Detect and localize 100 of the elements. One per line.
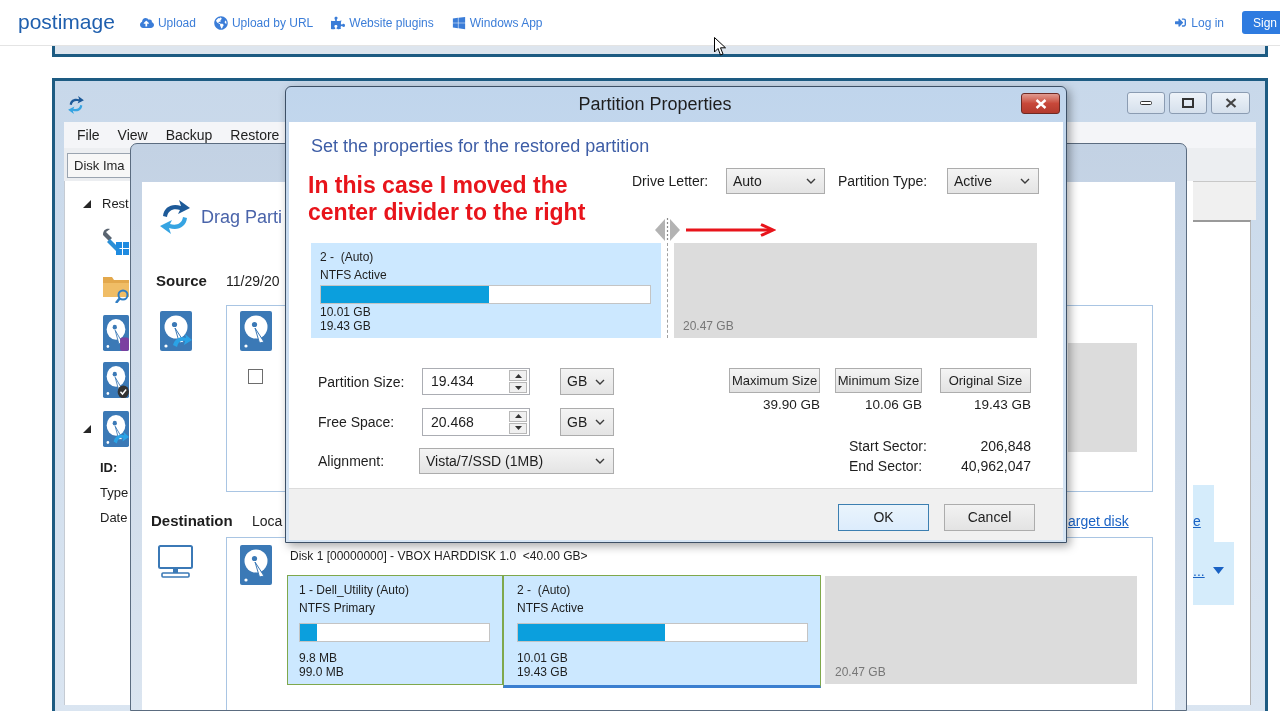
tools-icon: [103, 228, 129, 258]
menu-item[interactable]: View: [117, 124, 148, 146]
field-label: Partition Type:: [838, 173, 928, 189]
close-icon: [1034, 98, 1047, 109]
total-size: 99.0 MB: [299, 665, 344, 679]
triangle-up-icon: [514, 373, 522, 378]
triangle-down-icon: [514, 426, 522, 430]
link[interactable]: arget disk: [1068, 510, 1129, 532]
spin-up-button[interactable]: [509, 410, 527, 422]
close-button[interactable]: [1021, 93, 1060, 114]
dialog-button[interactable]: OK: [838, 504, 929, 531]
file-system-label: NTFS Active: [517, 600, 584, 617]
link[interactable]: ...: [1193, 563, 1205, 579]
section-label: Source: [156, 272, 207, 289]
detail-label: ID:: [100, 460, 118, 476]
sector-value: 40,962,047: [960, 456, 1031, 476]
size-button[interactable]: Minimum Size: [835, 368, 922, 393]
dropdown[interactable]: GB: [560, 408, 614, 436]
spin-down-button[interactable]: [509, 382, 527, 393]
chevron-down-icon: [595, 458, 605, 464]
file-system-label: NTFS Primary: [299, 600, 375, 617]
used-size: 10.01 GB: [320, 305, 371, 319]
circular-arrows-icon: [160, 198, 190, 236]
windows-logo-icon: [451, 15, 466, 30]
field-label: Partition Size:: [318, 373, 405, 390]
field-label: Free Space:: [318, 414, 395, 430]
signup-button[interactable]: Sign: [1242, 11, 1280, 34]
maximize-button[interactable]: [1169, 92, 1207, 114]
used-size: 9.8 MB: [299, 651, 337, 665]
expander-icon[interactable]: [83, 200, 91, 208]
size-label: 20.47 GB: [835, 665, 886, 679]
size-value: 10.06 GB: [864, 398, 922, 412]
partition-name: 2 - (Auto): [320, 249, 374, 266]
annotation-text: In this case I moved the center divider to the right: [308, 172, 586, 226]
number-field[interactable]: 20.468: [422, 408, 530, 436]
dropdown[interactable]: Active: [947, 168, 1039, 194]
tree-item[interactable]: Rest: [102, 194, 129, 214]
minimize-icon: [1140, 101, 1152, 105]
size-button[interactable]: Original Size: [940, 368, 1031, 393]
total-size: 19.43 GB: [517, 665, 568, 679]
wizard-title: Drag Parti: [201, 205, 283, 229]
chevron-down-icon: [595, 419, 605, 425]
menu-item[interactable]: Restore: [230, 124, 280, 146]
partition-block[interactable]: 2 - (Auto) NTFS Active 10.01 GB 19.43 GB: [503, 575, 821, 688]
tab[interactable]: Disk Ima: [67, 153, 132, 178]
login-link[interactable]: Log in: [1175, 13, 1224, 32]
dialog-button[interactable]: Cancel: [944, 504, 1035, 531]
chevron-down-icon: [806, 178, 816, 184]
detail-label: Type: [100, 485, 129, 501]
site-logo[interactable]: postimage: [18, 11, 115, 34]
backup-date: 11/29/20: [226, 271, 280, 291]
partition-name: 1 - Dell_Utility (Auto): [299, 582, 410, 599]
nav-link[interactable]: Windows App: [451, 13, 543, 32]
menu-item[interactable]: File: [77, 124, 100, 146]
total-size: 19.43 GB: [320, 319, 371, 333]
number-field[interactable]: 19.434: [422, 368, 530, 395]
detail-label: Date: [100, 510, 128, 526]
size-value: 39.90 GB: [762, 398, 820, 412]
checkbox[interactable]: [248, 369, 263, 384]
dropdown[interactable]: Auto: [726, 168, 825, 194]
partition-block[interactable]: 2 - (Auto) NTFS Active 10.01 GB 19.43 GB: [311, 243, 661, 338]
nav-link[interactable]: Website plugins: [331, 13, 434, 32]
field-label: Drive Letter:: [632, 173, 709, 189]
size-label: 20.47 GB: [683, 319, 734, 333]
dialog-title: Partition Properties: [578, 93, 732, 115]
location-label: Loca: [252, 513, 283, 529]
partition-block[interactable]: 1 - Dell_Utility (Auto) NTFS Primary 9.8 MB 99.0 MB: [287, 575, 503, 685]
sign-in-icon: [1175, 17, 1187, 28]
dropdown[interactable]: Vista/7/SSD (1MB): [419, 448, 614, 474]
arrow-icon: [686, 223, 776, 237]
chevron-down-icon: [1020, 178, 1030, 184]
minimize-button[interactable]: [1127, 92, 1165, 114]
close-button[interactable]: [1211, 92, 1250, 114]
nav-link[interactable]: Upload: [139, 13, 196, 32]
triangle-up-icon: [514, 414, 522, 418]
partition-name: 2 - (Auto): [517, 582, 571, 599]
expander-icon[interactable]: [83, 425, 91, 433]
dialog-subtitle: Set the properties for the restored partition: [311, 135, 650, 158]
divider-handle[interactable]: [655, 218, 680, 242]
used-size: 10.01 GB: [517, 651, 568, 665]
link[interactable]: e: [1193, 513, 1201, 529]
file-system-label: NTFS Active: [320, 267, 387, 284]
sector-label: End Sector:: [849, 456, 923, 476]
menu-item[interactable]: Backup: [165, 124, 213, 146]
size-button[interactable]: Maximum Size: [729, 368, 820, 393]
dropdown-triangle-icon[interactable]: [1212, 567, 1224, 574]
sector-value: 206,848: [980, 436, 1031, 456]
close-icon: [1224, 98, 1237, 108]
cloud-upload-icon: [139, 15, 154, 30]
maximize-icon: [1182, 98, 1194, 108]
sector-label: Start Sector:: [849, 436, 927, 456]
nav-link[interactable]: Upload by URL: [213, 13, 314, 32]
triangle-down-icon: [514, 385, 522, 390]
monitor-icon: [158, 545, 193, 578]
globe-icon: [213, 15, 228, 30]
dropdown[interactable]: GB: [560, 368, 614, 395]
spin-up-button[interactable]: [509, 370, 527, 381]
spin-down-button[interactable]: [509, 422, 527, 434]
puzzle-piece-icon: [331, 15, 346, 30]
circular-arrows-icon: [68, 95, 84, 115]
